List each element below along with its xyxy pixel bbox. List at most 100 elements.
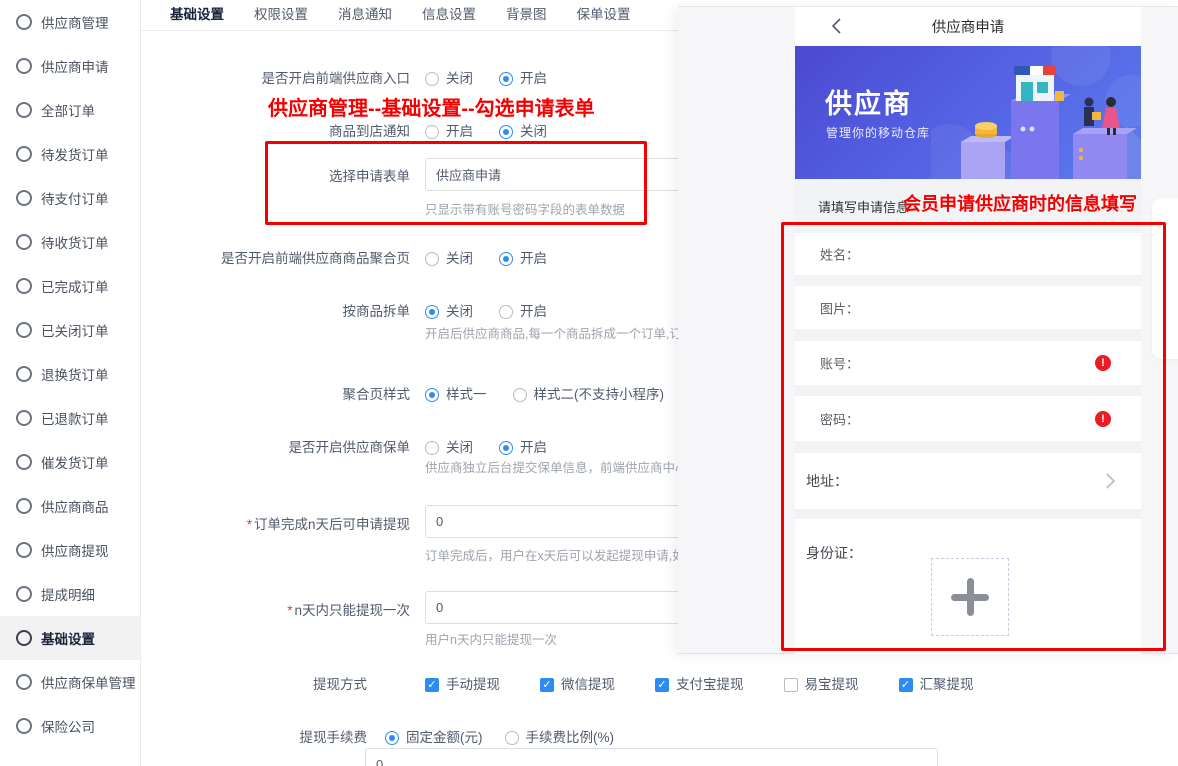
radio-option-fee-percent[interactable]: 手续费比例(%) [505, 727, 615, 749]
radio-option-open[interactable]: 开启 [425, 121, 473, 143]
radio-icon[interactable] [425, 125, 439, 139]
radio-label: 固定金额(元) [406, 727, 483, 749]
tab-message-notify[interactable]: 消息通知 [323, 0, 407, 30]
radio-checked-icon[interactable] [499, 125, 513, 139]
admin-app: 供应商管理 供应商申请 全部订单 待发货订单 待支付订单 待收货订单 已完成订单… [0, 0, 1178, 766]
checkbox-label: 易宝提现 [805, 674, 859, 696]
tab-policy-settings[interactable]: 保单设置 [562, 0, 646, 30]
checkbox-label: 微信提现 [561, 674, 615, 696]
checkbox-wechat-withdraw[interactable]: ✓ 微信提现 [540, 674, 615, 696]
radio-option-close[interactable]: 关闭 [425, 301, 473, 323]
radio-icon[interactable] [499, 305, 513, 319]
radio-checked-icon[interactable] [425, 305, 439, 319]
tab-background-image[interactable]: 背景图 [491, 0, 562, 30]
sidebar-item-supplier-withdraw[interactable]: 供应商提现 [0, 528, 140, 572]
sidebar-item-label: 已关闭订单 [41, 320, 109, 340]
sidebar-item-label: 保险公司 [41, 716, 95, 736]
withdraw-fee-input[interactable] [365, 748, 938, 766]
radio-checked-icon[interactable] [499, 72, 513, 86]
sidebar-item-supplier-apply[interactable]: 供应商申请 [0, 44, 140, 88]
radio-checked-icon[interactable] [499, 441, 513, 455]
radio-label: 关闭 [446, 248, 473, 270]
radio-label: 样式二(不支持小程序) [534, 384, 665, 406]
sidebar-item-all-orders[interactable]: 全部订单 [0, 88, 140, 132]
field-label-text: n天内只能提现一次 [294, 603, 410, 618]
radio-option-open[interactable]: 开启 [499, 68, 547, 90]
sidebar-item-refunded-orders[interactable]: 已退款订单 [0, 396, 140, 440]
radio-icon[interactable] [425, 252, 439, 266]
circle-icon [16, 14, 32, 30]
checkbox-label: 手动提现 [446, 674, 500, 696]
sidebar-item-label: 供应商保单管理 [41, 672, 136, 692]
checkbox-huiju-withdraw[interactable]: ✓ 汇聚提现 [899, 674, 974, 696]
sidebar-item-label: 供应商管理 [41, 12, 109, 32]
radio-option-open[interactable]: 开启 [499, 437, 547, 459]
checkbox-manual-withdraw[interactable]: ✓ 手动提现 [425, 674, 500, 696]
checkbox-yeepay-withdraw[interactable]: 易宝提现 [784, 674, 859, 696]
annotation-phone-note: 会员申请供应商时的信息填写 [903, 190, 1137, 216]
sidebar-item-pending-receive-orders[interactable]: 待收货订单 [0, 220, 140, 264]
radio-label: 手续费比例(%) [526, 727, 615, 749]
circle-icon [16, 630, 32, 646]
sidebar-item-label: 全部订单 [41, 100, 95, 120]
sidebar-item-supplier-goods[interactable]: 供应商商品 [0, 484, 140, 528]
radio-label: 开启 [520, 437, 547, 459]
sidebar-item-label: 供应商申请 [41, 56, 109, 76]
sidebar-item-completed-orders[interactable]: 已完成订单 [0, 264, 140, 308]
checkbox-checked-icon[interactable]: ✓ [540, 678, 554, 692]
circle-icon [16, 190, 32, 206]
circle-icon [16, 674, 32, 690]
radio-checked-icon[interactable] [499, 252, 513, 266]
sidebar-item-label: 供应商提现 [41, 540, 109, 560]
sidebar-item-supplier-management[interactable]: 供应商管理 [0, 0, 140, 44]
tab-basic-settings[interactable]: 基础设置 [155, 0, 239, 30]
sidebar-item-policy-management[interactable]: 供应商保单管理 [0, 660, 140, 704]
checkbox-icon[interactable] [784, 678, 798, 692]
circle-icon [16, 366, 32, 382]
radio-option-open[interactable]: 开启 [499, 301, 547, 323]
radio-option-close[interactable]: 关闭 [425, 437, 473, 459]
phone-header: 供应商申请 [795, 7, 1141, 46]
radio-option-open[interactable]: 开启 [499, 248, 547, 270]
tab-permission-settings[interactable]: 权限设置 [239, 0, 323, 30]
tab-info-settings[interactable]: 信息设置 [407, 0, 491, 30]
radio-option-style2[interactable]: 样式二(不支持小程序) [513, 384, 665, 406]
helper-text: 订单完成后，用户在x天后可以发起提现申请,如果 [425, 545, 697, 564]
sidebar-item-insurance-company[interactable]: 保险公司 [0, 704, 140, 748]
sidebar-item-pending-ship-orders[interactable]: 待发货订单 [0, 132, 140, 176]
checkbox-checked-icon[interactable]: ✓ [655, 678, 669, 692]
radio-label: 开启 [520, 68, 547, 90]
sidebar-item-basic-settings[interactable]: 基础设置 [0, 616, 140, 660]
checkbox-checked-icon[interactable]: ✓ [425, 678, 439, 692]
radio-checked-icon[interactable] [425, 388, 439, 402]
radio-icon[interactable] [505, 731, 519, 745]
sidebar-item-commission-detail[interactable]: 提成明细 [0, 572, 140, 616]
checkbox-label: 支付宝提现 [676, 674, 744, 696]
radio-label: 关闭 [446, 437, 473, 459]
circle-icon [16, 718, 32, 734]
radio-icon[interactable] [513, 388, 527, 402]
radio-option-fixed-amount[interactable]: 固定金额(元) [385, 727, 483, 749]
radio-icon[interactable] [425, 441, 439, 455]
checkbox-alipay-withdraw[interactable]: ✓ 支付宝提现 [655, 674, 744, 696]
checkbox-checked-icon[interactable]: ✓ [899, 678, 913, 692]
sidebar-item-urge-ship-orders[interactable]: 催发货订单 [0, 440, 140, 484]
radio-checked-icon[interactable] [385, 731, 399, 745]
checkbox-label: 汇聚提现 [920, 674, 974, 696]
radio-option-style1[interactable]: 样式一 [425, 384, 487, 406]
radio-icon[interactable] [425, 72, 439, 86]
back-chevron-icon[interactable] [828, 17, 846, 35]
banner-illustration [931, 46, 1141, 179]
radio-option-close[interactable]: 关闭 [499, 121, 547, 143]
sidebar-item-pending-pay-orders[interactable]: 待支付订单 [0, 176, 140, 220]
radio-option-close[interactable]: 关闭 [425, 248, 473, 270]
circle-icon [16, 58, 32, 74]
banner-subtitle: 管理你的移动仓库 [826, 124, 930, 141]
sidebar-item-closed-orders[interactable]: 已关闭订单 [0, 308, 140, 352]
field-label: *订单完成n天后可申请提现 [143, 514, 410, 536]
sidebar-item-return-exchange-orders[interactable]: 退换货订单 [0, 352, 140, 396]
radio-option-close[interactable]: 关闭 [425, 68, 473, 90]
sidebar-item-label: 待支付订单 [41, 188, 109, 208]
form-row-withdraw-fee: 提现手续费 固定金额(元) 手续费比例(%) [140, 727, 1178, 749]
sidebar-item-label: 基础设置 [41, 628, 95, 648]
